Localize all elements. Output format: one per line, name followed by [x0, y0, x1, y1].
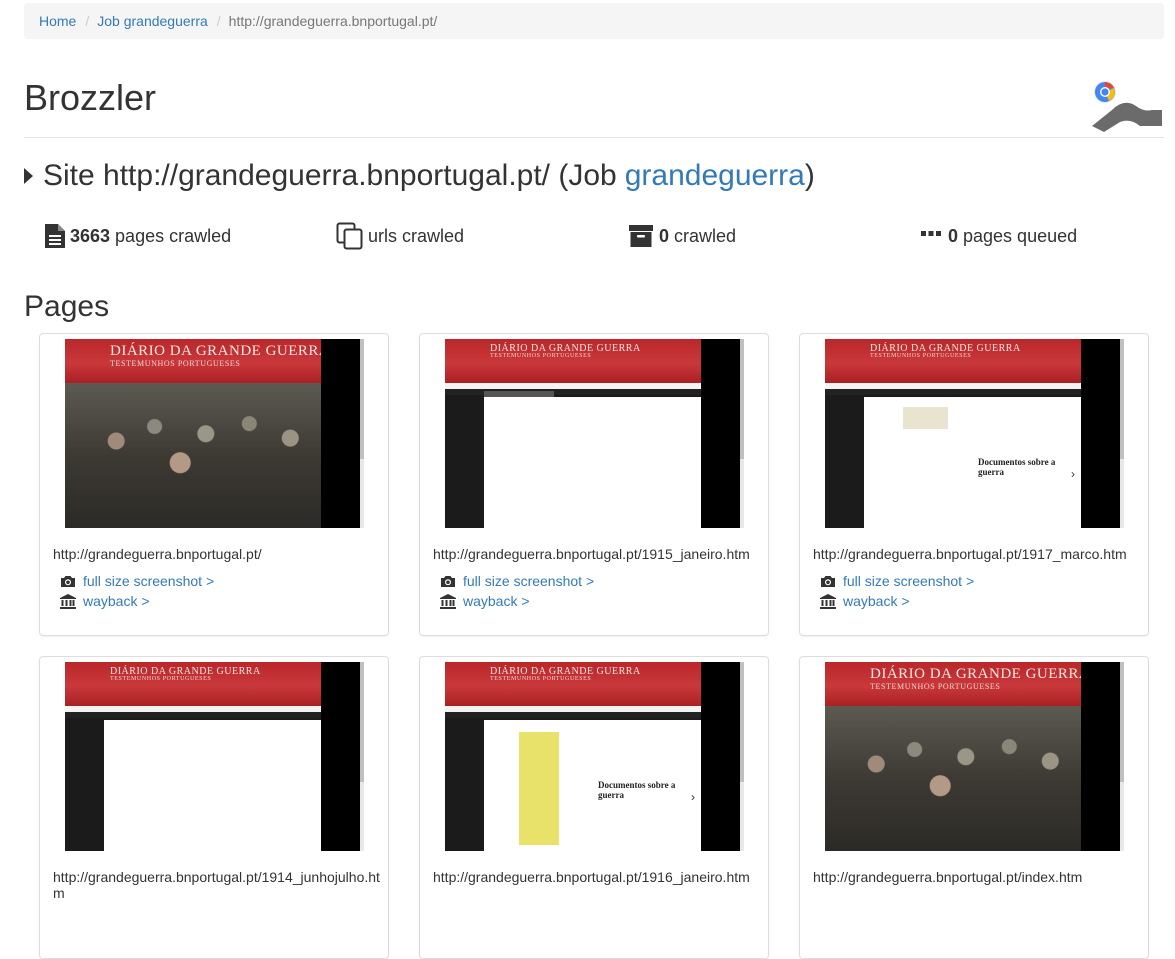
- copy-icon: [336, 222, 364, 250]
- pages-queued-count: 0: [948, 225, 959, 246]
- page-thumbnail[interactable]: DIÁRIO DA GRANDE GUERRA TESTEMUNHOS PORTU…: [825, 662, 1124, 851]
- breadcrumb-job-link[interactable]: Job grandeguerra: [97, 13, 208, 29]
- page-thumbnail[interactable]: DIÁRIO DA GRANDE GUERRA TESTEMUNHOS PORTU…: [65, 339, 364, 528]
- full-size-screenshot-link[interactable]: full size screenshot >: [820, 573, 974, 589]
- archive-icon: [629, 224, 655, 248]
- page-url: http://grandeguerra.bnportugal.pt/1917_m…: [813, 546, 1127, 562]
- header-divider: [24, 137, 1164, 138]
- wayback-link[interactable]: wayback >: [820, 593, 910, 609]
- page-card: DIÁRIO DA GRANDE GUERRA TESTEMUNHOS PORTU…: [39, 333, 389, 636]
- stat-urls-crawled: urls crawled: [336, 222, 464, 250]
- page-url: http://grandeguerra.bnportugal.pt/1916_j…: [433, 869, 750, 885]
- institution-icon: [60, 593, 76, 609]
- page-card: DIÁRIO DA GRANDE GUERRA TESTEMUNHOS PORTU…: [799, 656, 1149, 959]
- breadcrumb-current: http://grandeguerra.bnportugal.pt/: [228, 13, 438, 29]
- site-heading-suffix: ): [804, 159, 815, 192]
- page-thumbnail[interactable]: DIÁRIO DA GRANDE GUERRA TESTEMUNHOS PORTU…: [445, 662, 744, 851]
- page-url: http://grandeguerra.bnportugal.pt/1914_j…: [53, 869, 380, 901]
- page-card: DIÁRIO DA GRANDE GUERRA TESTEMUNHOS PORTU…: [419, 333, 769, 636]
- pages-crawled-count: 3663: [70, 225, 111, 246]
- institution-icon: [820, 593, 836, 609]
- pages-heading: Pages: [24, 290, 110, 323]
- page-card: DIÁRIO DA GRANDE GUERRA TESTEMUNHOS PORTU…: [39, 656, 389, 959]
- camera-icon: [60, 575, 76, 588]
- page-thumbnail[interactable]: DIÁRIO DA GRANDE GUERRA TESTEMUNHOS PORTU…: [65, 662, 364, 851]
- crawled-count: 0: [659, 225, 670, 246]
- caret-right-icon[interactable]: [24, 168, 33, 184]
- page-card: DIÁRIO DA GRANDE GUERRA TESTEMUNHOS PORTU…: [419, 656, 769, 959]
- camera-icon: [820, 575, 836, 588]
- page-url: http://grandeguerra.bnportugal.pt/1915_j…: [433, 546, 750, 562]
- stat-pages-queued: 0 pages queued: [920, 222, 1077, 250]
- breadcrumb-separator: /: [85, 13, 90, 29]
- camera-icon: [440, 575, 456, 588]
- stat-crawled: 0 crawled: [629, 222, 736, 250]
- urls-crawled-label: urls crawled: [368, 225, 465, 246]
- page-thumbnail[interactable]: DIÁRIO DA GRANDE GUERRA TESTEMUNHOS PORTU…: [825, 339, 1124, 528]
- full-size-screenshot-link[interactable]: full size screenshot >: [60, 573, 214, 589]
- site-heading: Site http://grandeguerra.bnportugal.pt/ …: [24, 156, 815, 196]
- breadcrumb: Home / Job grandeguerra / http://grandeg…: [24, 3, 1164, 39]
- pages-crawled-label: pages crawled: [115, 225, 232, 246]
- page-title: Brozzler: [24, 77, 157, 118]
- wayback-link[interactable]: wayback >: [60, 593, 150, 609]
- page-thumbnail[interactable]: DIÁRIO DA GRANDE GUERRA TESTEMUNHOS PORTU…: [445, 339, 744, 528]
- breadcrumb-separator: /: [216, 13, 221, 29]
- wayback-link[interactable]: wayback >: [440, 593, 530, 609]
- institution-icon: [440, 593, 456, 609]
- page-url: http://grandeguerra.bnportugal.pt/index.…: [813, 869, 1083, 885]
- page-card: DIÁRIO DA GRANDE GUERRA TESTEMUNHOS PORTU…: [799, 333, 1149, 636]
- file-icon: [44, 223, 66, 249]
- page-url: http://grandeguerra.bnportugal.pt/: [53, 546, 262, 562]
- brozzler-logo-icon: [1090, 80, 1164, 132]
- job-link[interactable]: grandeguerra: [625, 159, 805, 193]
- pages-queued-label: pages queued: [963, 225, 1078, 246]
- breadcrumb-home-link[interactable]: Home: [39, 13, 76, 29]
- full-size-screenshot-link[interactable]: full size screenshot >: [440, 573, 594, 589]
- site-heading-text: Site http://grandeguerra.bnportugal.pt/ …: [43, 159, 617, 192]
- ellipsis-icon: [920, 229, 944, 243]
- stat-pages-crawled: 3663 pages crawled: [44, 222, 231, 250]
- crawled-label: crawled: [674, 225, 737, 246]
